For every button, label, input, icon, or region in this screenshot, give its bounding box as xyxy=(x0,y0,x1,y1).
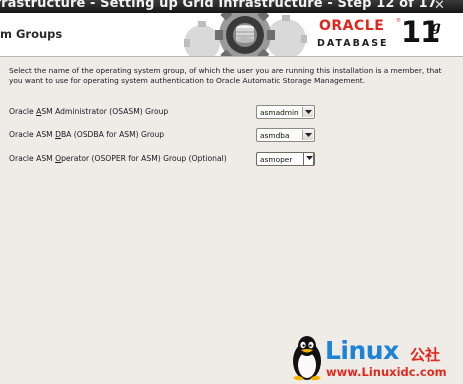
osoper-group-row: Oracle ASM Operator (OSOPER for ASM) Gro… xyxy=(9,152,329,167)
dropdown-arrow-icon[interactable] xyxy=(302,107,313,117)
close-icon[interactable]: ✕ xyxy=(434,0,445,12)
osoper-group-dropdown[interactable]: asmoper xyxy=(256,152,315,166)
penguin-icon xyxy=(293,336,321,381)
database-wordmark: DATABASE xyxy=(317,38,389,49)
osdba-group-value: asmdba xyxy=(260,131,290,140)
watermark-brand: Linux xyxy=(325,336,399,365)
osdba-group-row: Oracle ASM DBA (OSDBA for ASM) Group asm… xyxy=(9,128,329,143)
osasm-group-label: Oracle ASM Administrator (OSASM) Group xyxy=(9,107,169,116)
dropdown-arrow-icon[interactable] xyxy=(303,152,314,166)
linuxidc-watermark: Linux 公社 www.Linuxidc.com xyxy=(286,334,463,384)
instructions-text: Select the name of the operating system … xyxy=(9,66,442,85)
osoper-group-label: Oracle ASM Operator (OSOPER for ASM) Gro… xyxy=(9,154,227,163)
osasm-group-row: Oracle ASM Administrator (OSASM) Group a… xyxy=(9,105,329,120)
page-title: m Groups xyxy=(0,27,63,41)
osoper-group-value: asmoper xyxy=(260,155,293,164)
osasm-group-dropdown[interactable]: asmadmin xyxy=(256,105,315,119)
header-banner: m Groups ORACLE ® DATABASE 11 g xyxy=(0,13,463,57)
osdba-group-label: Oracle ASM DBA (OSDBA for ASM) Group xyxy=(9,130,165,139)
window-titlebar[interactable]: nfrastructure - Setting up Grid Infrastr… xyxy=(0,0,463,13)
osasm-group-value: asmadmin xyxy=(260,108,299,117)
oracle-database-logo: ORACLE ® DATABASE 11 g xyxy=(315,15,460,55)
watermark-url: www.Linuxidc.com xyxy=(326,365,447,379)
version-suffix: g xyxy=(431,19,441,35)
oracle-wordmark: ORACLE xyxy=(319,18,385,34)
osdba-group-dropdown[interactable]: asmdba xyxy=(256,128,315,142)
dropdown-arrow-icon[interactable] xyxy=(302,130,313,140)
window-title: nfrastructure - Setting up Grid Infrastr… xyxy=(0,0,437,11)
watermark-brand-cn: 公社 xyxy=(410,346,441,364)
gears-graphic xyxy=(184,13,307,56)
